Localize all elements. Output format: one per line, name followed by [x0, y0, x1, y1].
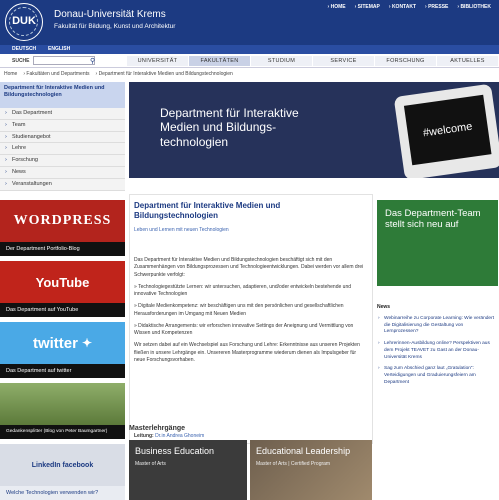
nav-universitaet[interactable]: UNIVERSITÄT: [126, 56, 188, 66]
main-content: Department für Interaktive Medien und Bi…: [129, 194, 373, 444]
news-item[interactable]: Lehrerinnen-Ausbildung online? Perspekti…: [377, 341, 498, 361]
tablet-screen: #welcome: [403, 94, 492, 166]
topnav-kontakt[interactable]: KONTAKT: [389, 4, 416, 10]
twitter-wordmark: twitter: [32, 334, 78, 352]
breadcrumb: Home Fakultäten und Departments Departme…: [4, 71, 233, 77]
lang-english[interactable]: ENGLISH: [48, 46, 70, 52]
promo-caption: Gedankensplitter (Blog von Peter Baumgar…: [0, 425, 125, 439]
hero-banner: Department für Interaktive Medien und Bi…: [129, 82, 499, 178]
sidebar-title[interactable]: Department für Interaktive Medien und Bi…: [0, 82, 125, 108]
blog-photo: [0, 383, 125, 425]
paragraph-focus-3: » Didaktische Arrangements: wir erforsch…: [134, 322, 354, 336]
master-card-title: Business Education: [135, 446, 215, 456]
news-heading: News: [377, 304, 391, 310]
top-nav: HOME SITEMAP KONTAKT PRESSE BIBLIOTHEK: [328, 4, 491, 10]
topnav-home[interactable]: HOME: [328, 4, 346, 10]
tech-logo-collage: LinkedIn facebook: [0, 444, 125, 486]
promo-twitter[interactable]: twitter ✦ Das Department auf twitter: [0, 322, 125, 378]
master-card-business-education[interactable]: Business Education Master of Arts: [129, 440, 247, 500]
university-logo[interactable]: DUK: [5, 3, 43, 41]
lead-name-link[interactable]: Dr.in Andrea Ghoneim: [155, 433, 204, 439]
news-box: News Webinarreihe zu Corporate Learning:…: [377, 304, 498, 391]
site-header: DUK Donau-Universität Krems Fakultät für…: [0, 0, 499, 45]
leadership-line: Leitung: Dr.in Andrea Ghoneim: [134, 433, 204, 439]
lang-deutsch[interactable]: DEUTSCH: [12, 46, 36, 52]
faculty-name: Fakultät für Bildung, Kunst und Architek…: [54, 23, 176, 30]
promo-caption: Das Department auf YouTube: [0, 303, 125, 317]
search-label: SUCHE: [12, 58, 30, 64]
sidebar-item-team[interactable]: Team: [0, 119, 125, 132]
master-card-sub: Master of Arts: [135, 461, 166, 467]
promo-gedankensplitter[interactable]: Gedankensplitter (Blog von Peter Baumgar…: [0, 383, 125, 439]
wordpress-logo: WORDPRESS: [0, 200, 125, 242]
sidebar-item-news[interactable]: News: [0, 166, 125, 179]
team-promo[interactable]: Das Department-Team stellt sich neu auf: [377, 200, 498, 286]
topnav-bibliothek[interactable]: BIBLIOTHEK: [457, 4, 491, 10]
paragraph-intro: Das Department für Interaktive Medien un…: [134, 257, 364, 278]
page-root: DUK Donau-Universität Krems Fakultät für…: [0, 0, 499, 500]
topnav-sitemap[interactable]: SITEMAP: [355, 4, 380, 10]
promo-technologien[interactable]: LinkedIn facebook Welche Technologien ve…: [0, 444, 125, 500]
search-input[interactable]: [33, 56, 95, 65]
master-card-educational-leadership[interactable]: Educational Leadership Master of Arts | …: [250, 440, 372, 500]
news-item[interactable]: Webinarreihe zu Corporate Learning: Wie …: [377, 316, 498, 336]
bird-icon: ✦: [81, 336, 93, 350]
university-name[interactable]: Donau-Universität Krems: [54, 9, 166, 20]
sidebar-item-veranstaltungen[interactable]: Veranstaltungen: [0, 178, 125, 191]
nav-studium[interactable]: STUDIUM: [250, 56, 312, 66]
content-subtitle: Leben und Lernen mit neuen Technologien: [134, 227, 229, 233]
promo-youtube[interactable]: YouTube Das Department auf YouTube: [0, 261, 125, 317]
nav-service[interactable]: SERVICE: [312, 56, 374, 66]
sidebar: Department für Interaktive Medien und Bi…: [0, 82, 125, 191]
masters-heading: Masterlehrgänge: [129, 425, 186, 432]
youtube-wordmark: YouTube: [35, 274, 90, 290]
content-title: Department für Interaktive Medien und Bi…: [134, 201, 281, 221]
master-card-title: Educational Leadership: [256, 446, 351, 456]
lead-label: Leitung:: [134, 433, 154, 439]
crumb-department: Department für Interaktive Medien und Bi…: [96, 71, 233, 77]
search-icon[interactable]: ⚲: [90, 57, 95, 65]
tablet-image: #welcome: [393, 83, 499, 178]
logo-glyph: DUK: [12, 15, 36, 27]
sidebar-item-forschung[interactable]: Forschung: [0, 155, 125, 167]
language-bar: DEUTSCH ENGLISH: [0, 45, 499, 54]
nav-aktuelles[interactable]: AKTUELLES: [436, 56, 498, 66]
paragraph-research-teaching: Wir setzen dabei auf ein Wechselspiel au…: [134, 342, 360, 363]
topnav-presse[interactable]: PRESSE: [425, 4, 448, 10]
promo-caption: Das Department auf twitter: [0, 364, 125, 378]
sidebar-item-studienangebot[interactable]: Studienangebot: [0, 131, 125, 144]
nav-forschung[interactable]: FORSCHUNG: [374, 56, 436, 66]
crumb-home[interactable]: Home: [4, 71, 17, 77]
news-item[interactable]: Sag zum Abschied ganz laut „Gratulation“…: [377, 366, 498, 386]
promo-wordpress[interactable]: WORDPRESS Der Department Portfolio-Blog: [0, 200, 125, 256]
master-card-sub: Master of Arts | Certified Program: [256, 461, 331, 467]
promo-caption: Der Department Portfolio-Blog: [0, 242, 125, 256]
crumb-fakultaeten[interactable]: Fakultäten und Departments: [23, 71, 89, 77]
paragraph-focus-2: » Digitale Medienkompetenz: wir beschäft…: [134, 303, 344, 317]
main-nav: UNIVERSITÄT FAKULTÄTEN STUDIUM SERVICE F…: [126, 56, 498, 66]
paragraph-focus-1: » Technologiegestützte Lernen: wir unter…: [134, 283, 352, 297]
sidebar-item-das-department[interactable]: Das Department: [0, 108, 125, 120]
sidebar-item-lehre[interactable]: Lehre: [0, 143, 125, 156]
hero-title: Department für Interaktive Medien und Bi…: [160, 106, 299, 149]
nav-fakultaeten[interactable]: FAKULTÄTEN: [188, 56, 250, 66]
promo-caption: Welche Technologien verwenden wir?: [0, 486, 125, 500]
content-body: Das Department für Interaktive Medien un…: [134, 257, 368, 369]
team-promo-title: Das Department-Team stellt sich neu auf: [385, 208, 481, 231]
youtube-logo: YouTube: [0, 261, 125, 303]
twitter-logo: twitter ✦: [0, 322, 125, 364]
